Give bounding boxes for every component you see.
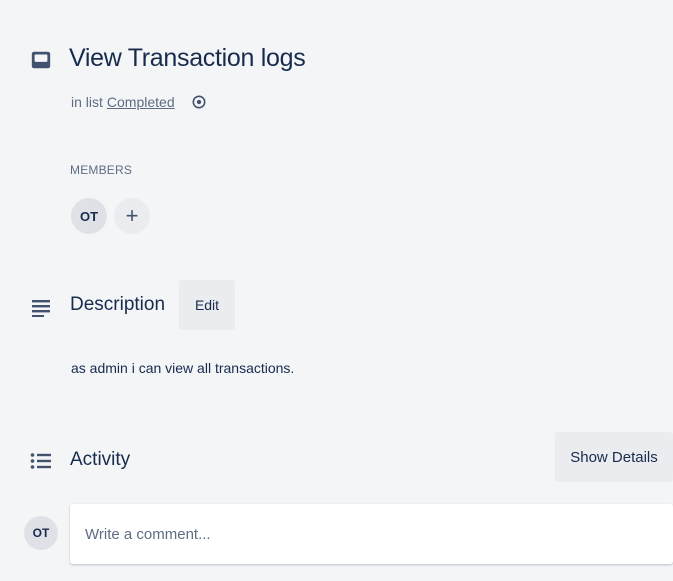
list-link[interactable]: Completed [107,94,175,110]
eye-icon[interactable] [191,94,207,110]
activity-title: Activity [70,449,131,470]
comment-box[interactable] [70,504,673,564]
list-prefix: in list [71,94,103,110]
card-icon [29,48,53,72]
card-list-info: in list Completed [71,94,207,110]
card-detail: View Transaction logs in list Completed … [12,10,673,581]
member-avatar[interactable]: OT [71,198,107,234]
card-title[interactable]: View Transaction logs [69,44,306,73]
current-user-avatar: OT [24,516,58,550]
activity-icon [29,449,53,473]
description-title: Description [70,294,166,315]
description-icon [29,296,53,320]
edit-description-button[interactable]: Edit [179,280,235,330]
description-text[interactable]: as admin i can view all transactions. [71,360,294,376]
members-label: MEMBERS [70,163,133,177]
add-member-button[interactable]: + [114,198,150,234]
comment-input[interactable] [85,525,658,543]
show-details-button[interactable]: Show Details [555,432,673,482]
